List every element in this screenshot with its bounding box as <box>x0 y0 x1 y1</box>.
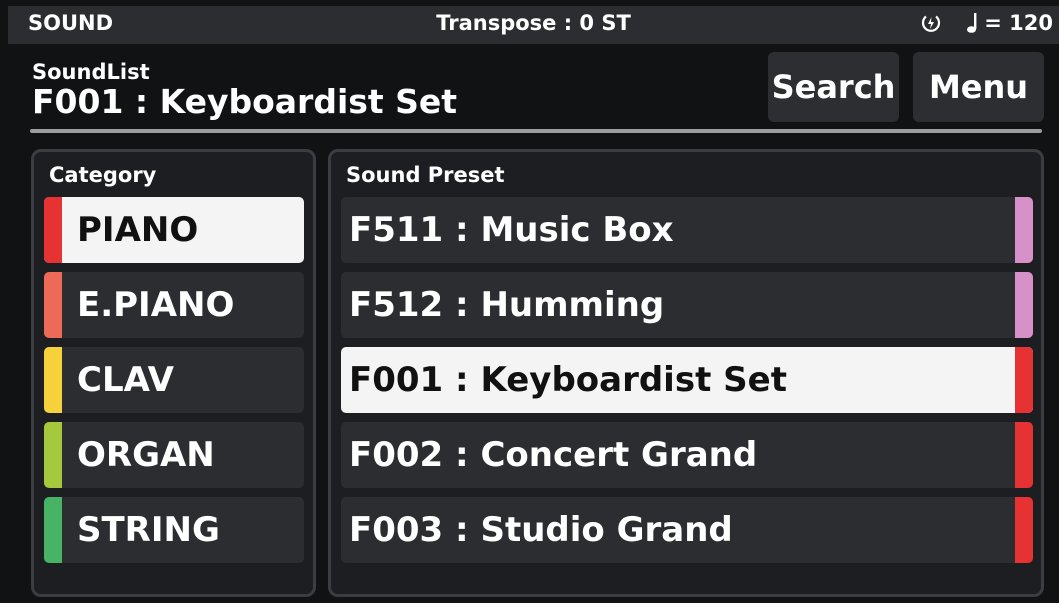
preset-item[interactable]: F512 : Humming <box>341 272 1033 338</box>
power-icon <box>920 12 942 34</box>
preset-color-bar <box>1015 272 1033 338</box>
category-item-organ[interactable]: ORGAN <box>44 422 304 488</box>
category-color-bar <box>44 347 62 413</box>
preset-item[interactable]: F001 : Keyboardist Set <box>341 347 1033 413</box>
category-item-string[interactable]: STRING <box>44 497 304 563</box>
preset-color-bar <box>1015 347 1033 413</box>
transpose-status[interactable]: Transpose : 0 ST <box>8 11 1059 35</box>
preset-color-bar <box>1015 497 1033 563</box>
sound-preset-panel: Sound Preset F511 : Music Box F512 : Hum… <box>328 149 1044 597</box>
preset-item-label: F001 : Keyboardist Set <box>349 360 787 400</box>
preset-item-label: F511 : Music Box <box>349 210 674 250</box>
preset-item[interactable]: F003 : Studio Grand <box>341 497 1033 563</box>
menu-button[interactable]: Menu <box>913 52 1044 122</box>
category-item-clav[interactable]: CLAV <box>44 347 304 413</box>
category-item-label: ORGAN <box>77 435 215 475</box>
category-item-label: PIANO <box>77 210 199 250</box>
category-color-bar <box>44 497 62 563</box>
category-item-label: STRING <box>77 510 220 550</box>
category-item-epiano[interactable]: E.PIANO <box>44 272 304 338</box>
quarter-note-icon <box>966 11 978 35</box>
category-list: PIANO E.PIANO CLAV ORGAN STRING <box>44 197 304 572</box>
current-sound-title: F001 : Keyboardist Set <box>32 82 458 121</box>
category-label: Category <box>49 163 157 187</box>
preset-color-bar <box>1015 197 1033 263</box>
preset-list: F511 : Music Box F512 : Humming F001 : K… <box>341 197 1033 572</box>
category-color-bar <box>44 422 62 488</box>
preset-item-label: F512 : Humming <box>349 285 665 325</box>
tempo-value[interactable]: = 120 <box>984 11 1053 35</box>
preset-color-bar <box>1015 422 1033 488</box>
category-item-piano[interactable]: PIANO <box>44 197 304 263</box>
category-item-label: CLAV <box>77 360 174 400</box>
header-subtitle: SoundList <box>32 60 150 84</box>
category-item-label: E.PIANO <box>77 285 235 325</box>
preset-item-label: F002 : Concert Grand <box>349 435 758 475</box>
sound-preset-label: Sound Preset <box>346 163 505 187</box>
category-color-bar <box>44 272 62 338</box>
category-color-bar <box>44 197 62 263</box>
status-bar: SOUND Transpose : 0 ST = 120 <box>8 6 1059 44</box>
preset-item[interactable]: F511 : Music Box <box>341 197 1033 263</box>
screen: SOUND Transpose : 0 ST = 120 SoundList F… <box>0 0 1059 603</box>
status-right-group: = 120 <box>920 11 1053 35</box>
search-button[interactable]: Search <box>768 52 899 122</box>
header-divider <box>30 129 1042 133</box>
preset-item[interactable]: F002 : Concert Grand <box>341 422 1033 488</box>
category-panel: Category PIANO E.PIANO CLAV ORGAN STRING <box>31 149 316 597</box>
preset-item-label: F003 : Studio Grand <box>349 510 733 550</box>
